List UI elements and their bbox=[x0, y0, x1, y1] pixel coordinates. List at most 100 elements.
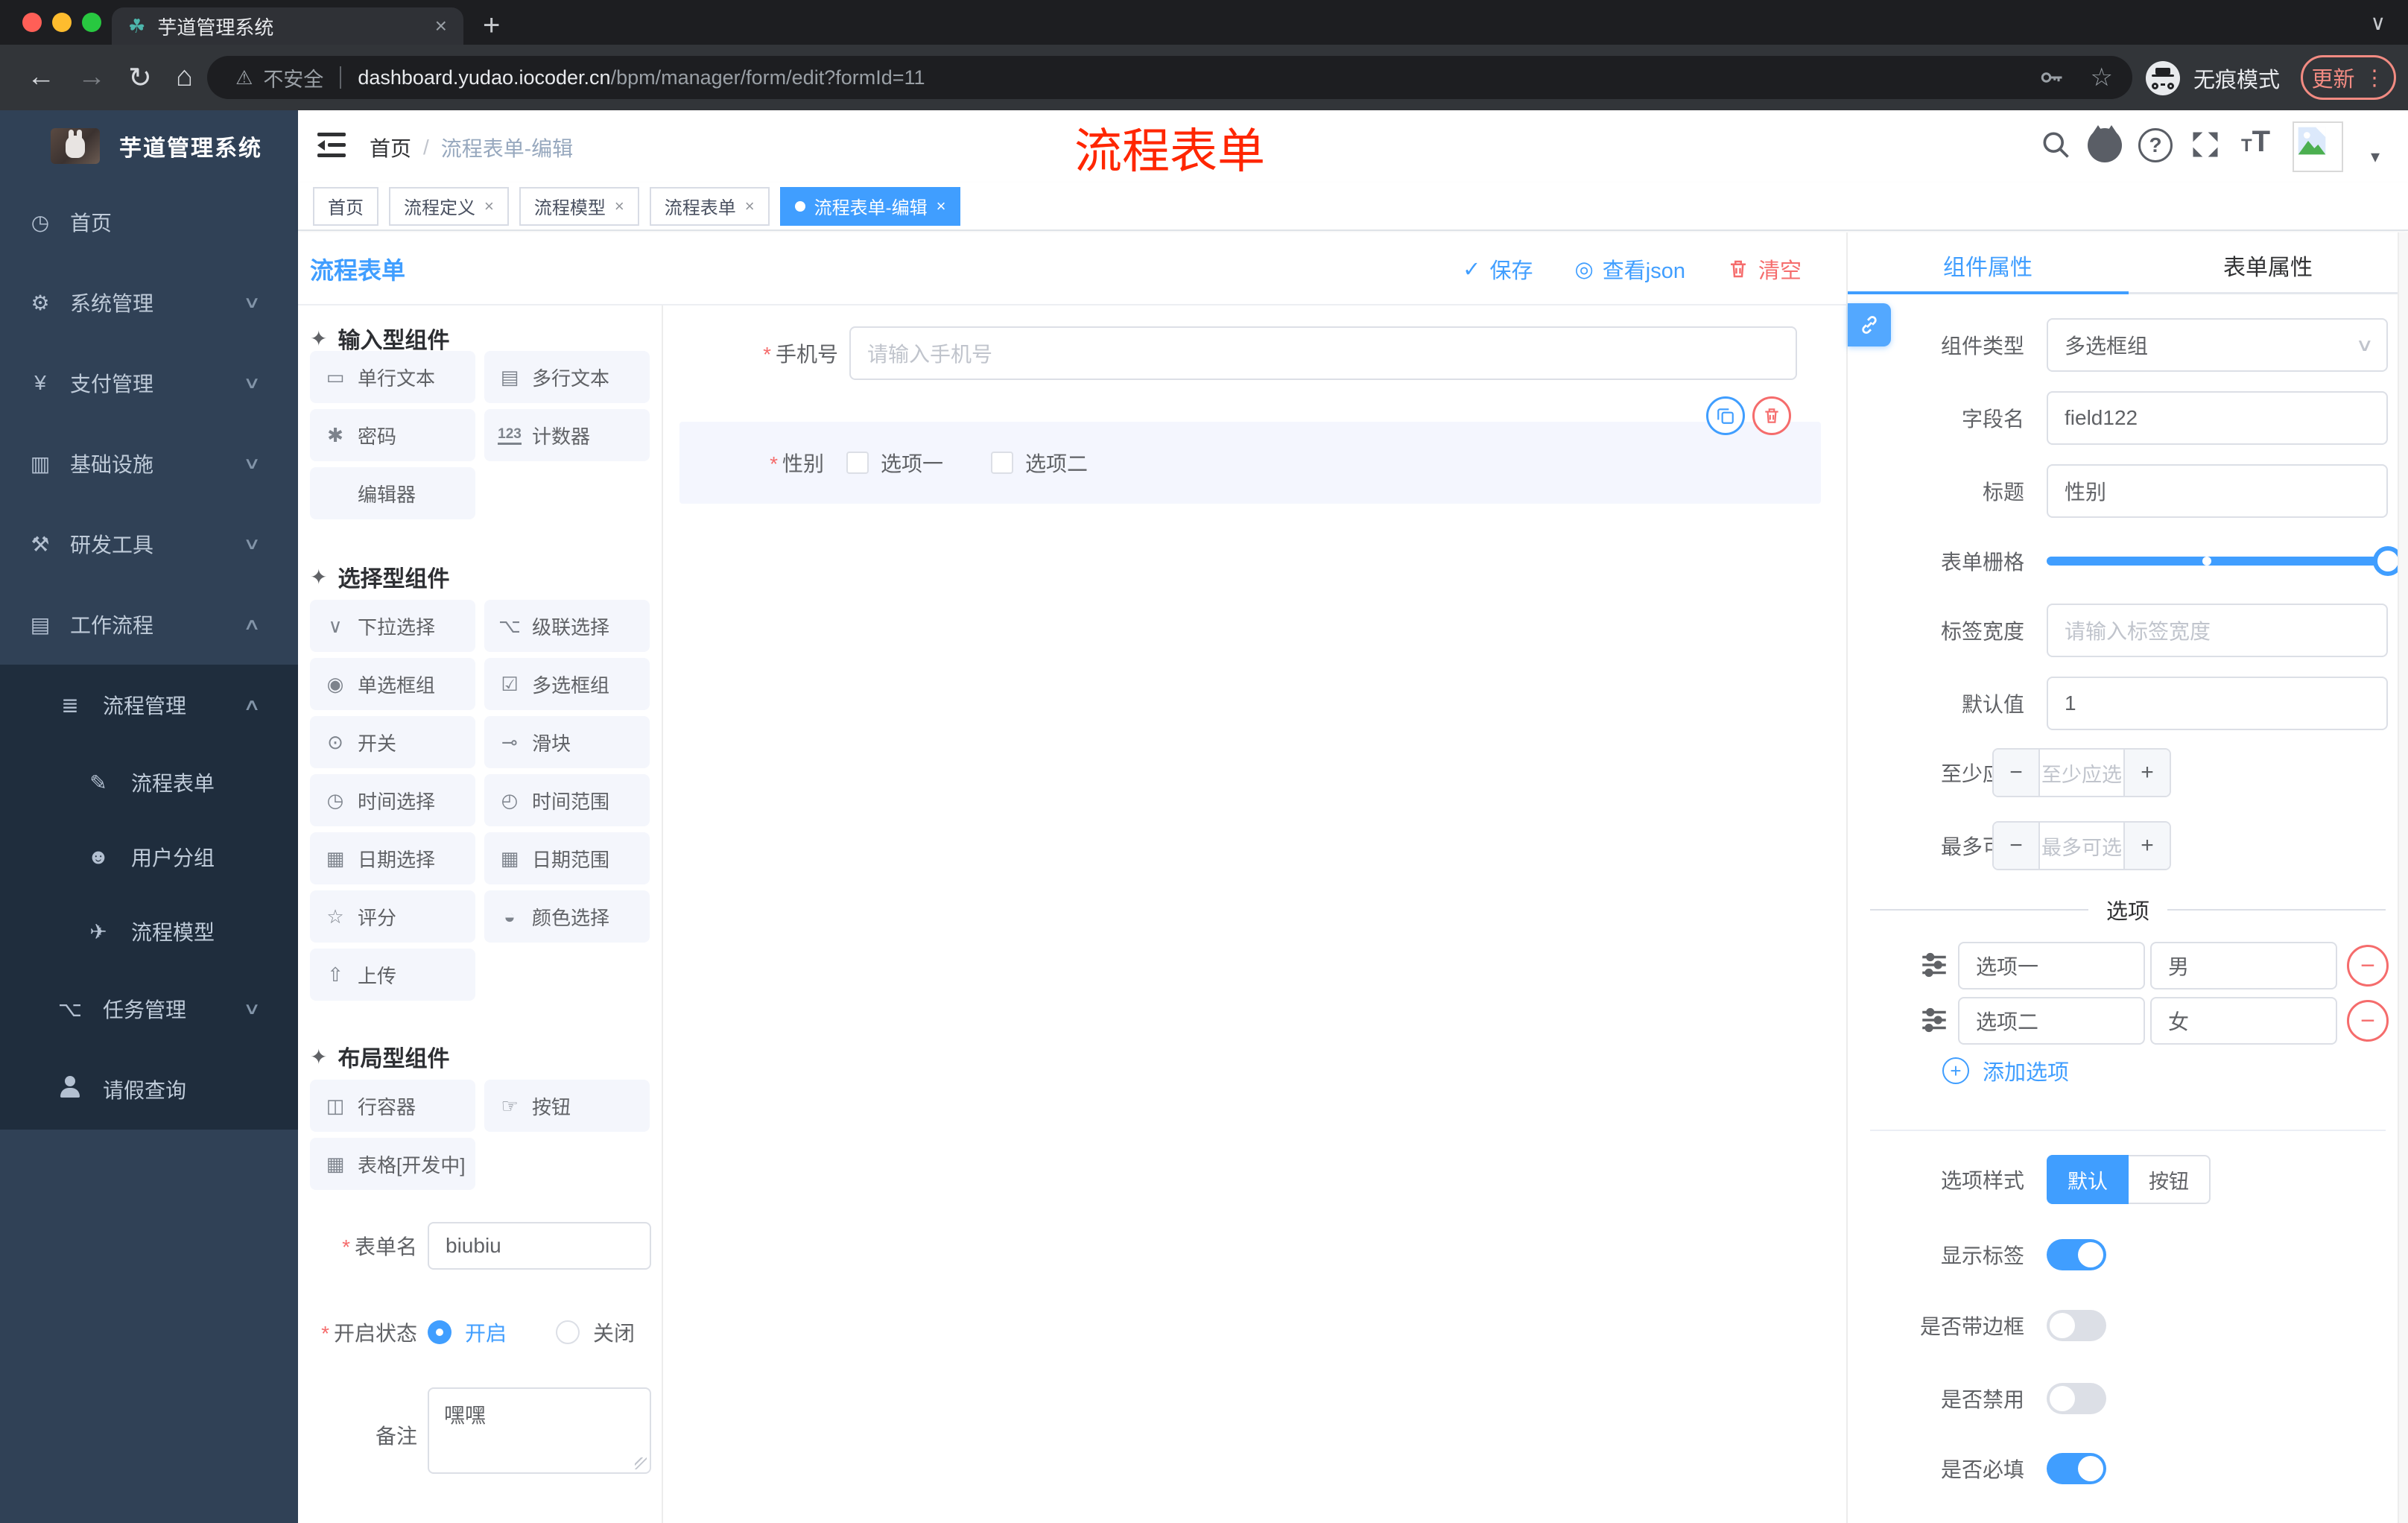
remove-option-button[interactable]: − bbox=[2347, 1000, 2389, 1042]
drag-handle-icon[interactable] bbox=[1919, 1004, 1950, 1039]
clear-button[interactable]: 清空 bbox=[1727, 253, 1802, 285]
tab-close-icon[interactable]: × bbox=[435, 14, 447, 38]
chip-upload[interactable]: ⇧ 上传 bbox=[310, 949, 475, 1001]
selected-widget-gender[interactable]: * 性别 选项一 选项二 bbox=[679, 396, 1821, 504]
radio-off-label[interactable]: 关闭 bbox=[593, 1317, 635, 1347]
chip-button[interactable]: ☞ 按钮 bbox=[484, 1080, 650, 1132]
chip-date-picker[interactable]: ▦ 日期选择 bbox=[310, 832, 475, 884]
option-name-input[interactable]: 选项二 bbox=[1958, 997, 2145, 1045]
chip-rating[interactable]: ☆ 评分 bbox=[310, 890, 475, 943]
not-secure-label[interactable]: 不安全 bbox=[263, 63, 323, 92]
border-toggle[interactable] bbox=[2047, 1310, 2106, 1341]
radio-off[interactable] bbox=[556, 1320, 580, 1344]
sidebar-item-system[interactable]: ⚙ 系统管理 ∨ bbox=[0, 262, 298, 343]
sidebar-item-workflow[interactable]: ▤ 工作流程 ∧ bbox=[0, 584, 298, 665]
checkbox-option-2[interactable] bbox=[991, 452, 1014, 474]
sidebar-item-process-model[interactable]: ✈ 流程模型 bbox=[0, 894, 298, 969]
tag-close-icon[interactable]: × bbox=[745, 197, 755, 216]
sidebar-collapse-icon[interactable] bbox=[317, 133, 346, 158]
drag-handle-icon[interactable] bbox=[1919, 949, 1950, 984]
tab-search-caret-icon[interactable]: ∨ bbox=[2371, 10, 2386, 35]
chip-checkbox-group[interactable]: ☑ 多选框组 bbox=[484, 658, 650, 710]
component-type-select[interactable]: 多选框组 ∨ bbox=[2047, 318, 2388, 372]
chip-multi-line-text[interactable]: ▤ 多行文本 bbox=[484, 351, 650, 403]
sidebar-item-leave-query[interactable]: 请假查询 bbox=[0, 1049, 298, 1130]
tag-process-form[interactable]: 流程表单 × bbox=[649, 186, 770, 226]
chip-date-range[interactable]: ▦ 日期范围 bbox=[484, 832, 650, 884]
option-name-input[interactable]: 选项一 bbox=[1958, 942, 2145, 990]
sidebar-item-process-management[interactable]: ≣ 流程管理 ∧ bbox=[0, 665, 298, 745]
sidebar-item-payment[interactable]: ¥ 支付管理 ∨ bbox=[0, 343, 298, 423]
checkbox-option-1-label[interactable]: 选项一 bbox=[881, 448, 943, 478]
update-browser-button[interactable]: 更新 ⋮ bbox=[2301, 55, 2396, 100]
text-size-icon[interactable]: TT bbox=[2241, 125, 2270, 159]
chip-time-range[interactable]: ◴ 时间范围 bbox=[484, 774, 650, 826]
sidebar-item-infrastructure[interactable]: ▥ 基础设施 ∨ bbox=[0, 423, 298, 504]
tag-process-form-edit[interactable]: 流程表单-编辑 × bbox=[779, 186, 961, 226]
tab-form-props[interactable]: 表单属性 bbox=[2128, 249, 2408, 282]
phone-input[interactable]: 请输入手机号 bbox=[849, 326, 1797, 380]
browser-tab[interactable]: ☘ 芋道管理系统 × bbox=[112, 7, 463, 45]
chip-radio-group[interactable]: ◉ 单选框组 bbox=[310, 658, 475, 710]
phone-field-row[interactable]: * 手机号 请输入手机号 bbox=[663, 326, 1846, 380]
sidebar-item-devtools[interactable]: ⚒ 研发工具 ∨ bbox=[0, 504, 298, 584]
tag-process-model[interactable]: 流程模型 × bbox=[519, 186, 639, 226]
field-name-input[interactable]: field122 bbox=[2047, 391, 2388, 445]
back-icon[interactable]: ← bbox=[27, 61, 55, 93]
search-icon[interactable] bbox=[2039, 128, 2072, 165]
chip-dropdown[interactable]: ∨ 下拉选择 bbox=[310, 600, 475, 652]
max-select-input[interactable]: 最多可选 bbox=[2040, 823, 2123, 869]
required-toggle[interactable] bbox=[2047, 1453, 2106, 1484]
radio-on[interactable] bbox=[428, 1320, 452, 1344]
password-key-icon[interactable] bbox=[2038, 64, 2065, 91]
checkbox-option-1[interactable] bbox=[846, 452, 869, 474]
plus-button[interactable]: + bbox=[2123, 750, 2170, 796]
form-name-input[interactable]: biubiu bbox=[428, 1222, 651, 1270]
breadcrumb-home[interactable]: 首页 bbox=[370, 133, 411, 162]
github-icon[interactable] bbox=[2088, 125, 2122, 162]
checkbox-option-2-label[interactable]: 选项二 bbox=[1025, 448, 1088, 478]
browser-menu-icon[interactable]: ⋮ bbox=[2364, 65, 2386, 91]
fullscreen-icon[interactable] bbox=[2189, 128, 2222, 165]
chip-table-dev[interactable]: ▦ 表格[开发中] bbox=[310, 1138, 475, 1190]
sidebar-item-task-management[interactable]: ⌥ 任务管理 ∨ bbox=[0, 969, 298, 1049]
tab-component-props[interactable]: 组件属性 bbox=[1848, 249, 2128, 282]
show-label-toggle[interactable] bbox=[2047, 1239, 2106, 1270]
disabled-toggle[interactable] bbox=[2047, 1383, 2106, 1414]
min-select-input[interactable]: 至少应选 bbox=[2040, 750, 2123, 796]
chip-slider[interactable]: ⊸ 滑块 bbox=[484, 716, 650, 768]
mac-minimize-button[interactable] bbox=[52, 13, 72, 32]
form-canvas[interactable]: * 手机号 请输入手机号 * 性别 选项一 选项二 bbox=[663, 305, 1846, 1523]
tag-close-icon[interactable]: × bbox=[484, 197, 494, 216]
avatar-caret-icon[interactable]: ▾ bbox=[2371, 146, 2380, 168]
label-width-input[interactable]: 请输入标签宽度 bbox=[2047, 604, 2388, 657]
form-remark-textarea[interactable]: 嘿嘿 bbox=[428, 1387, 651, 1474]
sidebar-item-home[interactable]: ◷ 首页 bbox=[0, 182, 298, 262]
plus-button[interactable]: + bbox=[2123, 823, 2170, 869]
chip-counter[interactable]: 123 计数器 bbox=[484, 409, 650, 461]
chip-switch[interactable]: ⊙ 开关 bbox=[310, 716, 475, 768]
remove-option-button[interactable]: − bbox=[2347, 945, 2389, 987]
scrollbar[interactable] bbox=[2398, 232, 2408, 1523]
option-value-input[interactable]: 男 bbox=[2150, 942, 2337, 990]
radio-on-label[interactable]: 开启 bbox=[465, 1317, 507, 1347]
option-value-input[interactable]: 女 bbox=[2150, 997, 2337, 1045]
chip-color-picker[interactable]: ◒ 颜色选择 bbox=[484, 890, 650, 943]
tag-home[interactable]: 首页 bbox=[313, 186, 378, 226]
chip-time-picker[interactable]: ◷ 时间选择 bbox=[310, 774, 475, 826]
chip-password[interactable]: ✱ 密码 bbox=[310, 409, 475, 461]
minus-button[interactable]: − bbox=[1994, 823, 2040, 869]
chip-editor[interactable]: 编辑器 bbox=[310, 467, 475, 519]
new-tab-button[interactable]: + bbox=[483, 9, 500, 42]
tag-close-icon[interactable]: × bbox=[615, 197, 624, 216]
style-button-button[interactable]: 按钮 bbox=[2129, 1155, 2211, 1204]
avatar[interactable] bbox=[2293, 121, 2343, 172]
add-option-button[interactable]: + 添加选项 bbox=[1942, 1055, 2069, 1086]
reload-icon[interactable]: ↻ bbox=[128, 61, 152, 95]
sidebar-item-process-form[interactable]: ✎ 流程表单 bbox=[0, 745, 298, 820]
sidebar-item-user-groups[interactable]: ☻ 用户分组 bbox=[0, 820, 298, 894]
mac-close-button[interactable] bbox=[22, 13, 42, 32]
grid-slider[interactable] bbox=[2047, 546, 2403, 576]
tag-process-definition[interactable]: 流程定义 × bbox=[389, 186, 509, 226]
resize-grip-icon[interactable] bbox=[635, 1457, 647, 1469]
